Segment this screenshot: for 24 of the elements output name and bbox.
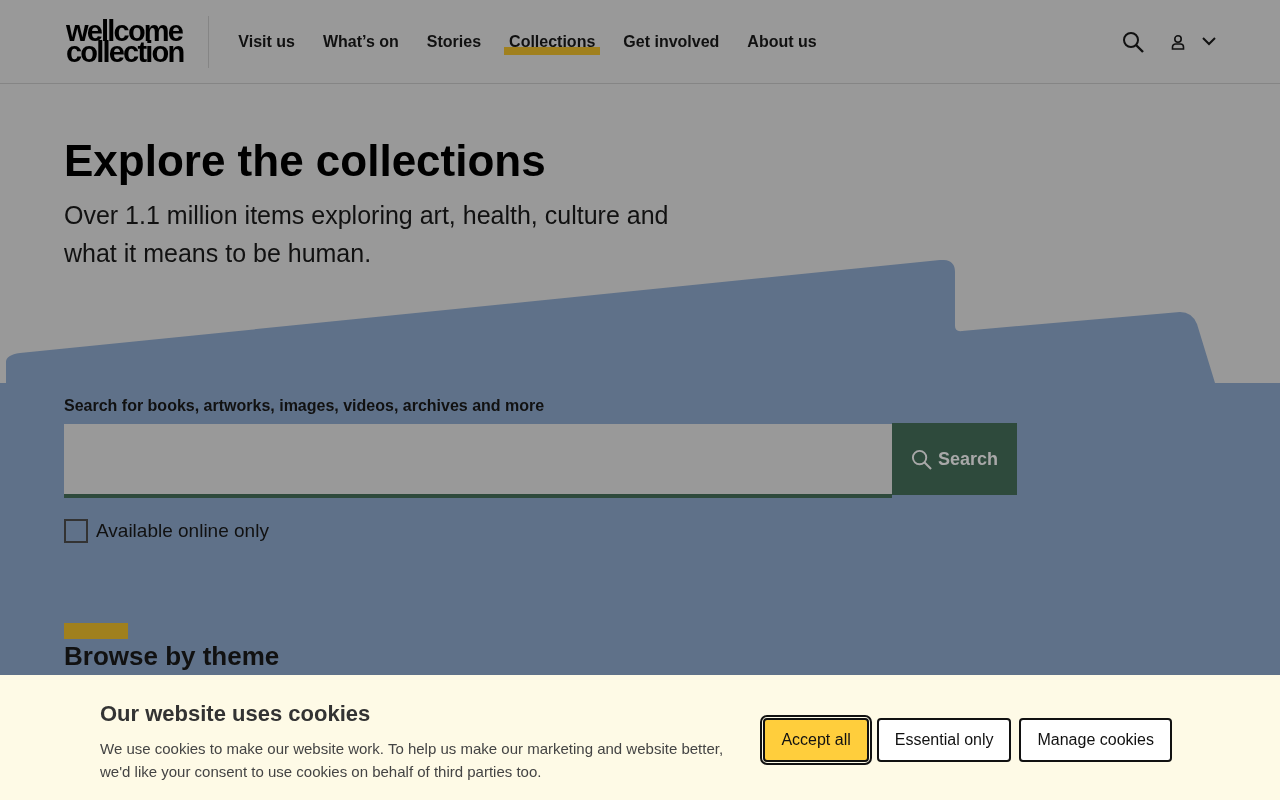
search-field[interactable] (64, 424, 892, 498)
cookie-title: Our website uses cookies (100, 701, 372, 727)
logo[interactable]: wellcome collection (66, 15, 210, 68)
cookie-button[interactable]: Manage cookies (1019, 718, 1172, 762)
nav-link[interactable]: About us (747, 28, 817, 55)
section-title: Browse by theme (64, 642, 281, 670)
checkbox[interactable] (64, 519, 88, 543)
search-label: Search for books, artworks, images, videos, archives and more (64, 397, 546, 415)
nav-link[interactable]: Get involved (623, 28, 720, 55)
checkbox-label: Available online only (96, 520, 269, 542)
accent-bar (64, 623, 128, 639)
search-icon[interactable] (1122, 30, 1144, 53)
chevron-icon[interactable] (1202, 37, 1216, 46)
cookie-button[interactable]: Accept all (763, 718, 869, 762)
account-icon[interactable] (1170, 33, 1186, 50)
page-title: Explore the collections (64, 136, 547, 186)
search-button[interactable]: Search (892, 423, 1017, 495)
search-icon (910, 448, 932, 470)
nav-link[interactable]: Visit us (238, 28, 295, 55)
cookie-button[interactable]: Essential only (876, 718, 1012, 762)
nav-link[interactable]: Stories (426, 28, 482, 55)
intro-text: Over 1.1 million items exploring art, health, culture and what it means to be human. (64, 200, 670, 269)
nav-link[interactable]: What’s on (323, 28, 399, 55)
cookie-text: We use cookies to make our website work. To help us make our marketing and website better, we'd like your consent to use cookies on behalf of third parties too. (100, 739, 725, 782)
